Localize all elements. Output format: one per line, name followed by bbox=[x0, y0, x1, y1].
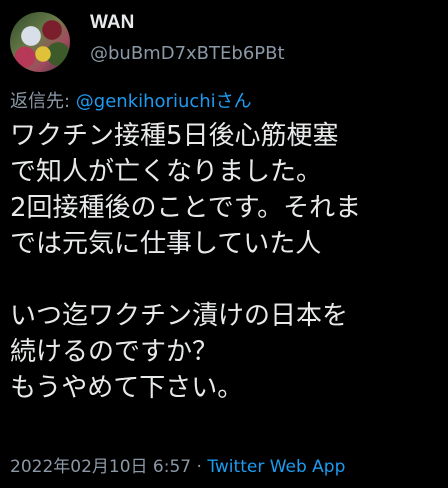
reply-prefix: 返信先: bbox=[10, 91, 76, 112]
display-name[interactable]: WAN bbox=[90, 12, 134, 34]
timestamp[interactable]: 2022年02月10日 6:57 bbox=[10, 457, 191, 477]
avatar[interactable] bbox=[10, 12, 70, 72]
meta-separator: · bbox=[191, 457, 208, 477]
tweet-meta: 2022年02月10日 6:57 · Twitter Web App bbox=[10, 452, 345, 477]
source-link[interactable]: Twitter Web App bbox=[207, 457, 345, 477]
tweet-text: ワクチン接種5日後心筋梗塞 で知人が亡くなりました。 2回接種後のことです。それ… bbox=[10, 121, 362, 403]
reply-to-line: 返信先: @genkihoriuchiさん bbox=[10, 87, 252, 113]
tweet: WAN @buBmD7xBTEb6PBt 返信先: @genkihoriuchi… bbox=[0, 0, 448, 488]
user-handle[interactable]: @buBmD7xBTEb6PBt bbox=[90, 43, 285, 64]
reply-target-link[interactable]: @genkihoriuchiさん bbox=[76, 91, 252, 112]
